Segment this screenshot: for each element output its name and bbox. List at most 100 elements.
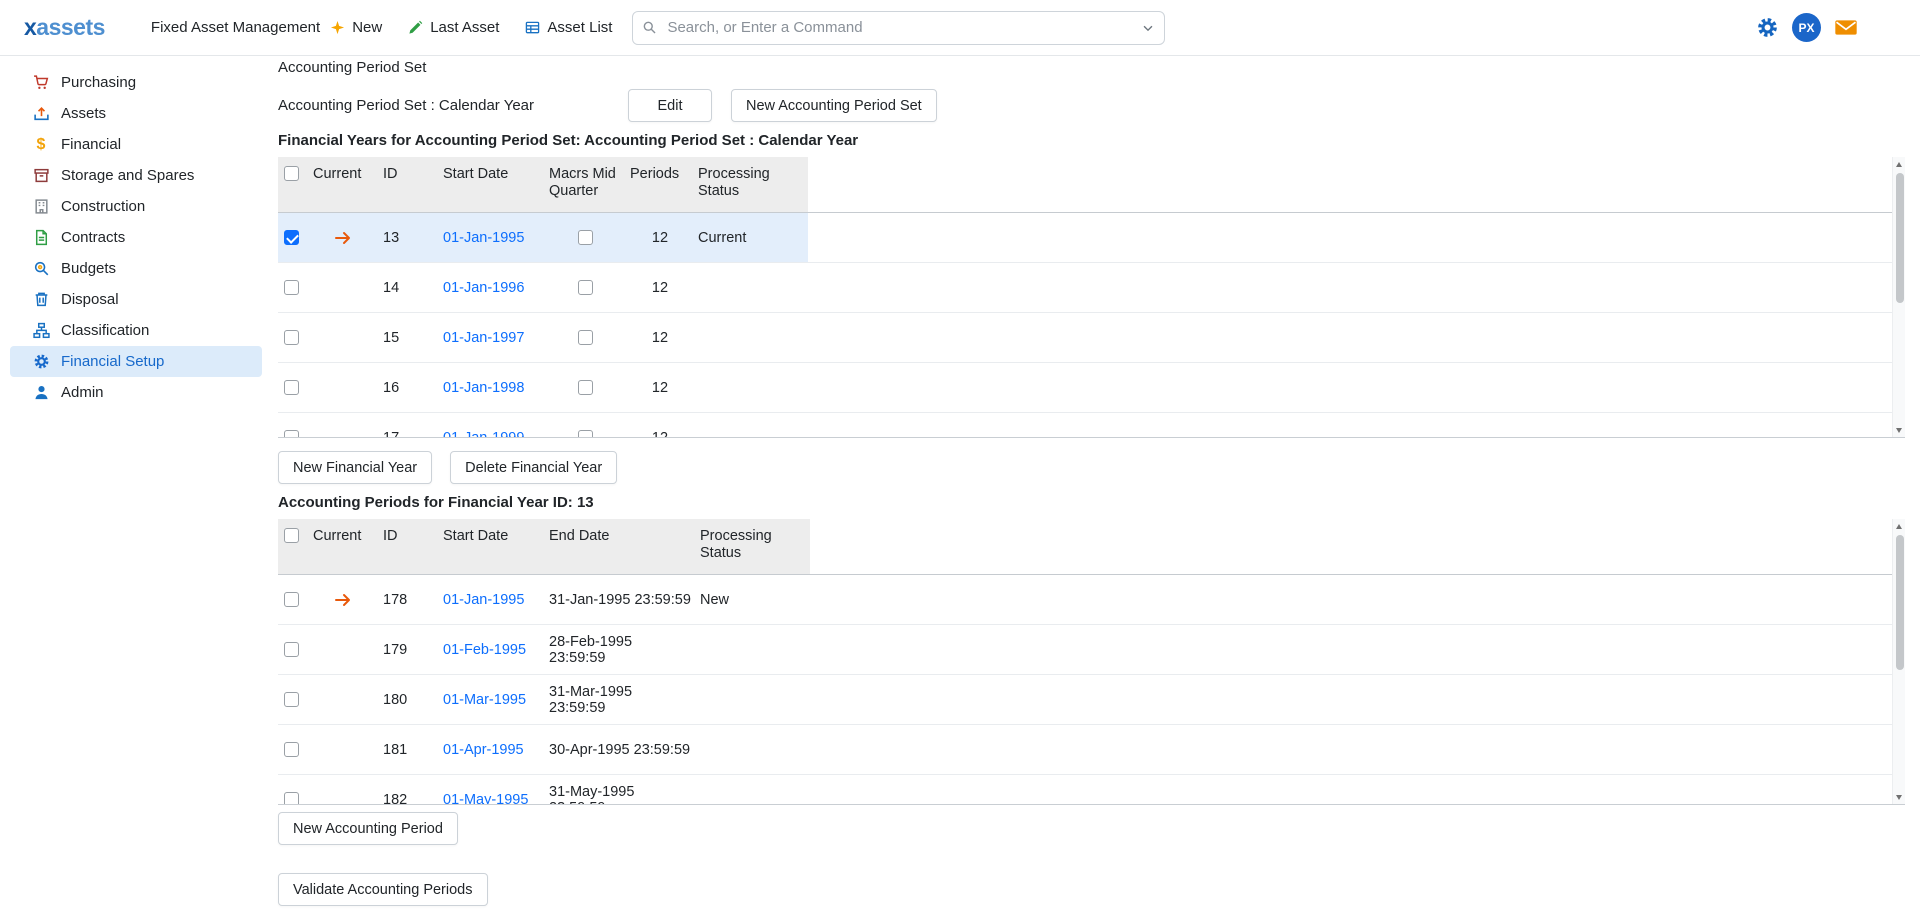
sidebar-item-classification[interactable]: Classification (10, 315, 262, 346)
start-date-link[interactable]: 01-Feb-1995 (443, 625, 549, 674)
vertical-scrollbar[interactable] (1892, 519, 1905, 804)
start-date-link[interactable]: 01-Jan-1996 (443, 263, 549, 312)
asset-list-button[interactable]: Asset List (525, 19, 612, 36)
new-accounting-period-set-button[interactable]: New Accounting Period Set (731, 89, 937, 122)
row-checkbox[interactable] (284, 592, 299, 607)
start-date-link[interactable]: 01-Jan-1999 (443, 413, 549, 438)
sidebar-item-disposal[interactable]: Disposal (10, 284, 262, 315)
sidebar-item-admin[interactable]: Admin (10, 377, 262, 408)
row-checkbox[interactable] (284, 742, 299, 757)
scroll-thumb[interactable] (1896, 535, 1904, 670)
sidebar-item-label: Construction (61, 198, 145, 215)
start-date-link[interactable]: 01-Mar-1995 (443, 675, 549, 724)
storage-icon (32, 167, 50, 185)
id-cell: 181 (383, 725, 443, 774)
scroll-down-arrow[interactable] (1893, 423, 1905, 437)
macrs-checkbox[interactable] (578, 230, 593, 245)
id-cell: 178 (383, 575, 443, 624)
column-header-end-date: End Date (549, 528, 700, 574)
row-checkbox[interactable] (284, 692, 299, 707)
financial-year-row[interactable]: 13 01-Jan-1995 12 Current (278, 213, 1905, 263)
sidebar-item-label: Budgets (61, 260, 116, 277)
accounting-period-row[interactable]: 178 01-Jan-1995 31-Jan-1995 23:59:59 New (278, 575, 1905, 625)
start-date-link[interactable]: 01-Apr-1995 (443, 725, 549, 774)
macrs-checkbox[interactable] (578, 430, 593, 438)
row-checkbox[interactable] (284, 792, 299, 805)
sidebar-item-construction[interactable]: Construction (10, 191, 262, 222)
start-date-link[interactable]: 01-May-1995 (443, 775, 549, 805)
sidebar-item-budgets[interactable]: Budgets (10, 253, 262, 284)
financial-years-table: Current ID Start Date Macrs Mid Quarter … (278, 157, 1905, 438)
app-title: Fixed Asset Management (151, 19, 320, 36)
status-cell (700, 725, 810, 774)
id-cell: 17 (383, 413, 443, 438)
sidebar-item-financial-setup[interactable]: Financial Setup (10, 346, 262, 377)
header-right: PX (1756, 13, 1858, 42)
asset-list-label: Asset List (547, 19, 612, 36)
row-checkbox[interactable] (284, 230, 299, 245)
sidebar-item-financial[interactable]: $Financial (10, 129, 262, 160)
new-accounting-period-button[interactable]: New Accounting Period (278, 812, 458, 845)
row-checkbox[interactable] (284, 642, 299, 657)
page-title: Accounting Period Set (278, 59, 1905, 76)
edit-button[interactable]: Edit (628, 89, 712, 122)
sidebar-item-label: Assets (61, 105, 106, 122)
row-checkbox[interactable] (284, 330, 299, 345)
start-date-link[interactable]: 01-Jan-1995 (443, 575, 549, 624)
id-cell: 13 (383, 213, 443, 262)
accounting-period-row[interactable]: 179 01-Feb-1995 28-Feb-1995 23:59:59 (278, 625, 1905, 675)
mail-icon[interactable] (1834, 18, 1858, 37)
macrs-checkbox[interactable] (578, 380, 593, 395)
sidebar-item-contracts[interactable]: Contracts (10, 222, 262, 253)
accounting-period-row[interactable]: 182 01-May-1995 31-May-1995 23:59:59 (278, 775, 1905, 805)
row-checkbox[interactable] (284, 280, 299, 295)
scroll-up-arrow[interactable] (1893, 157, 1905, 171)
pencil-icon (408, 20, 423, 35)
macrs-checkbox[interactable] (578, 330, 593, 345)
chevron-down-icon[interactable] (1141, 21, 1155, 39)
last-asset-button[interactable]: Last Asset (408, 19, 499, 36)
app-logo[interactable]: xassets (24, 14, 105, 41)
vertical-scrollbar[interactable] (1892, 157, 1905, 437)
start-date-link[interactable]: 01-Jan-1997 (443, 313, 549, 362)
new-label: New (352, 19, 382, 36)
column-header-current: Current (313, 166, 383, 212)
accounting-period-row[interactable]: 181 01-Apr-1995 30-Apr-1995 23:59:59 (278, 725, 1905, 775)
row-checkbox[interactable] (284, 430, 299, 438)
select-all-checkbox[interactable] (284, 166, 299, 181)
column-header-current: Current (313, 528, 383, 574)
scroll-up-arrow[interactable] (1893, 519, 1905, 533)
sidebar-item-storage-and-spares[interactable]: Storage and Spares (10, 160, 262, 191)
start-date-link[interactable]: 01-Jan-1998 (443, 363, 549, 412)
logo-x: x (24, 14, 36, 40)
status-cell (700, 675, 810, 724)
column-header-macrs: Macrs Mid Quarter (549, 166, 630, 212)
financial-year-row[interactable]: 16 01-Jan-1998 12 (278, 363, 1905, 413)
macrs-checkbox[interactable] (578, 280, 593, 295)
settings-gear-icon[interactable] (1756, 16, 1779, 39)
financial-year-row[interactable]: 17 01-Jan-1999 12 (278, 413, 1905, 438)
delete-financial-year-button[interactable]: Delete Financial Year (450, 451, 617, 484)
sidebar-item-label: Purchasing (61, 74, 136, 91)
avatar[interactable]: PX (1792, 13, 1821, 42)
sidebar-item-purchasing[interactable]: Purchasing (10, 67, 262, 98)
search-input[interactable] (632, 11, 1165, 45)
new-button[interactable]: New (330, 19, 382, 36)
sidebar-item-label: Admin (61, 384, 104, 401)
sidebar-item-label: Storage and Spares (61, 167, 194, 184)
periods-cell: 12 (630, 213, 698, 262)
validate-accounting-periods-button[interactable]: Validate Accounting Periods (278, 873, 488, 906)
sidebar-item-assets[interactable]: Assets (10, 98, 262, 129)
financial-year-row[interactable]: 15 01-Jan-1997 12 (278, 313, 1905, 363)
scroll-down-arrow[interactable] (1893, 790, 1905, 804)
status-cell (700, 625, 810, 674)
periods-cell: 12 (630, 313, 698, 362)
select-all-checkbox[interactable] (284, 528, 299, 543)
accounting-period-row[interactable]: 180 01-Mar-1995 31-Mar-1995 23:59:59 (278, 675, 1905, 725)
row-checkbox[interactable] (284, 380, 299, 395)
start-date-link[interactable]: 01-Jan-1995 (443, 213, 549, 262)
assets-icon (32, 105, 50, 123)
scroll-thumb[interactable] (1896, 173, 1904, 303)
new-financial-year-button[interactable]: New Financial Year (278, 451, 432, 484)
financial-year-row[interactable]: 14 01-Jan-1996 12 (278, 263, 1905, 313)
